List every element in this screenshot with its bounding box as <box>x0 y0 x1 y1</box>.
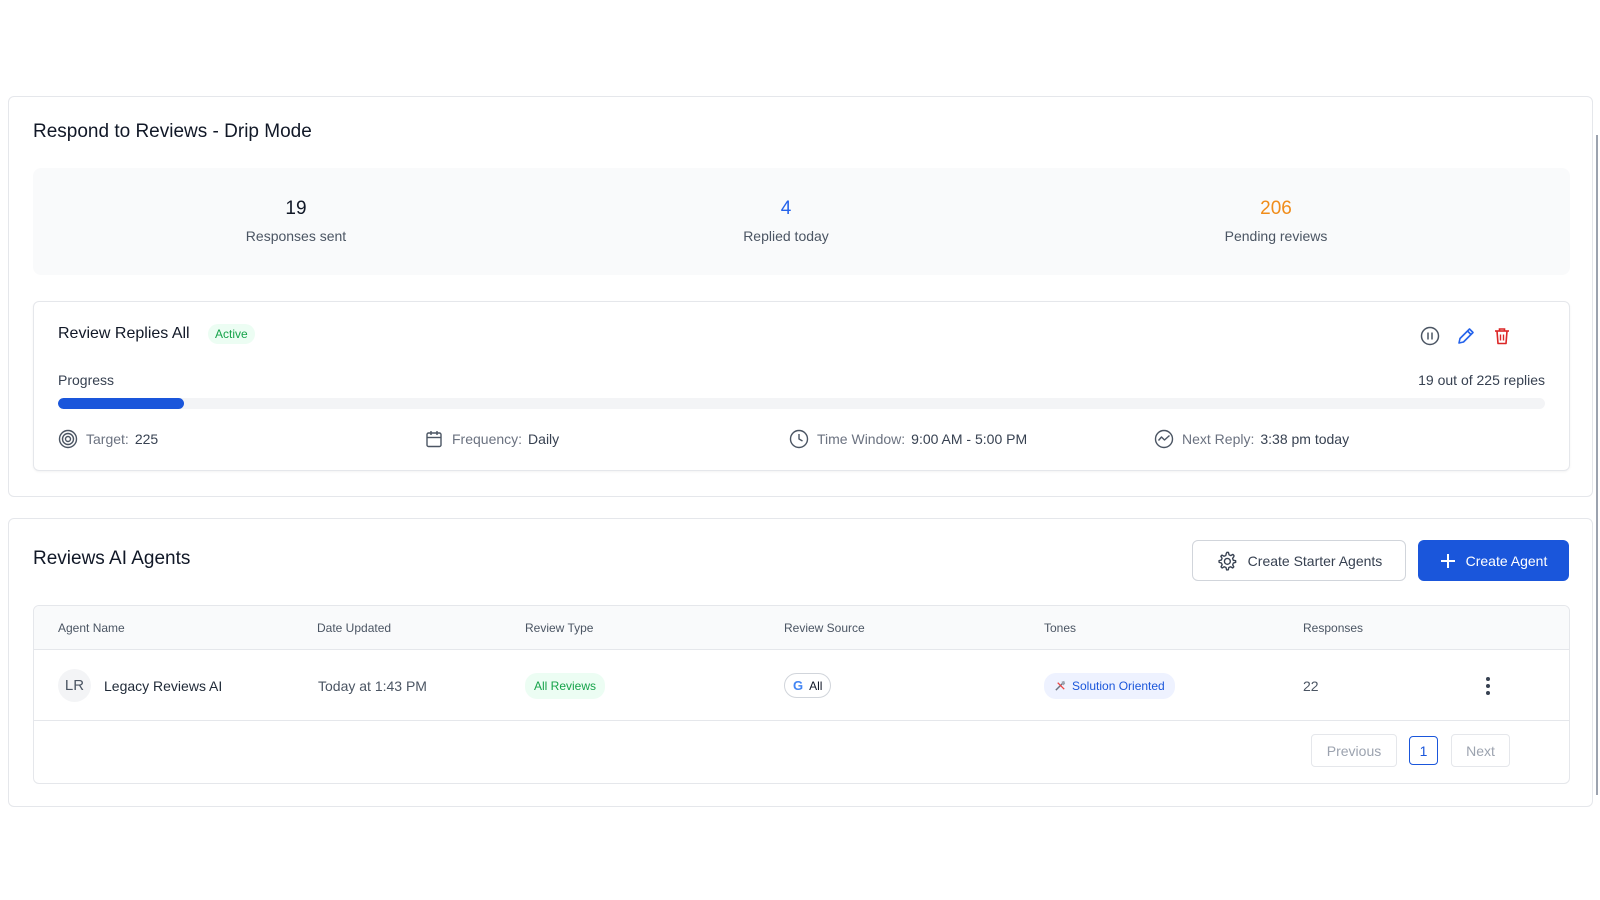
stat-value: 206 <box>1260 198 1292 219</box>
progress-count: 19 out of 225 replies <box>1418 372 1545 388</box>
scrollbar[interactable] <box>1596 135 1598 795</box>
trash-icon <box>1495 328 1509 345</box>
avatar: LR <box>58 669 91 702</box>
progress-bar-fill <box>58 398 184 409</box>
create-starter-agents-label: Create Starter Agents <box>1247 552 1383 569</box>
tones-cell: Solution Oriented <box>1044 650 1175 721</box>
activity-icon <box>1154 429 1174 449</box>
column-header-review-type[interactable]: Review Type <box>525 621 593 635</box>
plus-icon <box>1440 553 1455 568</box>
progress-bar <box>58 398 1545 409</box>
next-reply-info: Next Reply: 3:38 pm today <box>1154 429 1349 449</box>
review-type-cell: All Reviews <box>525 650 606 721</box>
target-value: 225 <box>134 431 159 447</box>
stat-replied-today: 4 Replied today <box>636 198 936 244</box>
time-window-value: 9:00 AM - 5:00 PM <box>911 431 1028 447</box>
agents-table: Agent Name Date Updated Review Type Revi… <box>33 605 1570 784</box>
stat-label: Replied today <box>743 228 829 244</box>
date-updated-cell: Today at 1:43 PM <box>318 677 427 694</box>
stat-label: Responses sent <box>245 228 347 244</box>
campaign-card: Review Replies All Active Progress 19 ou… <box>33 301 1570 471</box>
pause-icon <box>1420 326 1440 346</box>
create-agent-label: Create Agent <box>1465 552 1548 569</box>
stat-value: 4 <box>780 198 792 219</box>
next-reply-label: Next Reply: <box>1182 431 1255 447</box>
drip-mode-title: Respond to Reviews - Drip Mode <box>33 121 312 142</box>
pause-button[interactable] <box>1418 324 1442 348</box>
column-header-review-source[interactable]: Review Source <box>784 621 865 635</box>
review-source-badge: G All <box>784 673 832 698</box>
tools-icon <box>1055 680 1066 691</box>
page-number-button[interactable]: 1 <box>1409 736 1438 765</box>
column-header-responses[interactable]: Responses <box>1303 621 1363 635</box>
frequency-info: Frequency: Daily <box>424 429 559 449</box>
stat-label: Pending reviews <box>1224 228 1328 244</box>
next-reply-value: 3:38 pm today <box>1260 431 1350 447</box>
agent-name[interactable]: Legacy Reviews AI <box>104 678 222 694</box>
target-label: Target: <box>86 431 129 447</box>
column-header-date-updated[interactable]: Date Updated <box>317 621 391 635</box>
delete-button[interactable] <box>1490 324 1514 348</box>
stat-responses-sent: 19 Responses sent <box>146 198 446 244</box>
ai-agents-card: Reviews AI Agents Create Starter Agents … <box>8 518 1593 807</box>
create-starter-agents-button[interactable]: Create Starter Agents <box>1192 540 1406 581</box>
previous-page-button[interactable]: Previous <box>1311 734 1397 767</box>
tone-label: Solution Oriented <box>1072 678 1165 693</box>
edit-button[interactable] <box>1454 324 1478 348</box>
review-source-cell: G All <box>784 650 832 721</box>
gear-icon <box>1218 551 1237 571</box>
drip-mode-card: Respond to Reviews - Drip Mode 19 Respon… <box>8 96 1593 497</box>
time-window-label: Time Window: <box>817 431 906 447</box>
row-actions-button[interactable] <box>1482 650 1494 721</box>
progress-label: Progress <box>58 372 115 388</box>
next-page-button[interactable]: Next <box>1451 734 1510 767</box>
google-icon: G <box>793 678 804 693</box>
frequency-value: Daily <box>528 431 560 447</box>
review-type-badge: All Reviews <box>525 672 606 699</box>
column-header-agent-name[interactable]: Agent Name <box>58 621 125 635</box>
campaign-name: Review Replies All <box>58 325 190 342</box>
target-info: Target: 225 <box>58 429 158 449</box>
table-header: Agent Name Date Updated Review Type Revi… <box>34 606 1569 650</box>
responses-cell: 22 <box>1303 677 1319 694</box>
clock-icon <box>789 429 809 449</box>
status-badge: Active <box>208 324 255 344</box>
calendar-icon <box>426 431 442 448</box>
agent-name-cell: LR Legacy Reviews AI <box>58 650 222 721</box>
frequency-label: Frequency: <box>452 431 523 447</box>
stats-panel: 19 Responses sent 4 Replied today 206 Pe… <box>33 168 1570 275</box>
agents-title: Reviews AI Agents <box>33 548 191 569</box>
tone-badge: Solution Oriented <box>1044 672 1175 699</box>
table-row[interactable]: LR Legacy Reviews AI Today at 1:43 PM Al… <box>34 650 1569 721</box>
column-header-tones[interactable]: Tones <box>1044 621 1076 635</box>
target-icon <box>58 429 78 449</box>
stat-value: 19 <box>285 198 307 219</box>
more-vertical-icon <box>1486 676 1490 695</box>
review-source-label: All <box>809 678 823 693</box>
pencil-icon <box>1458 328 1474 344</box>
stat-pending-reviews: 206 Pending reviews <box>1126 198 1426 244</box>
time-window-info: Time Window: 9:00 AM - 5:00 PM <box>789 429 1027 449</box>
create-agent-button[interactable]: Create Agent <box>1418 540 1569 581</box>
